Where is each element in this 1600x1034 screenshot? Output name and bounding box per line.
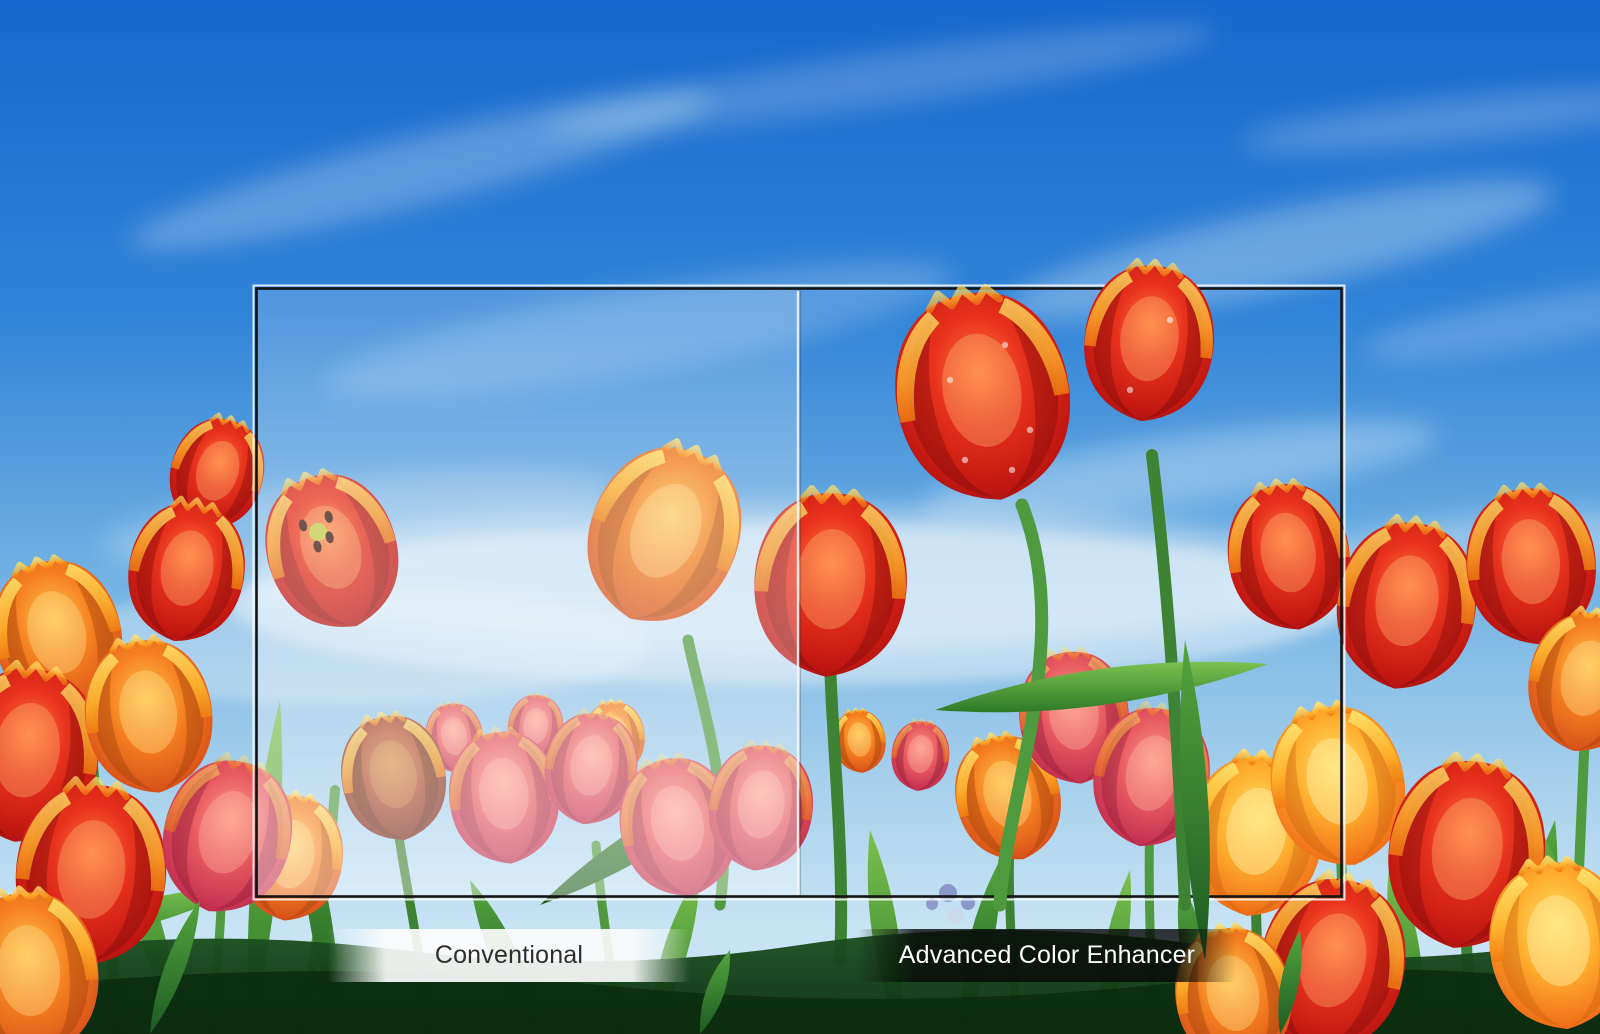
tulip-scene: [0, 0, 1600, 1034]
conventional-wash-overlay: [258, 290, 798, 896]
hero-comparison-image: Conventional Advanced Color Enhancer: [0, 0, 1600, 1034]
